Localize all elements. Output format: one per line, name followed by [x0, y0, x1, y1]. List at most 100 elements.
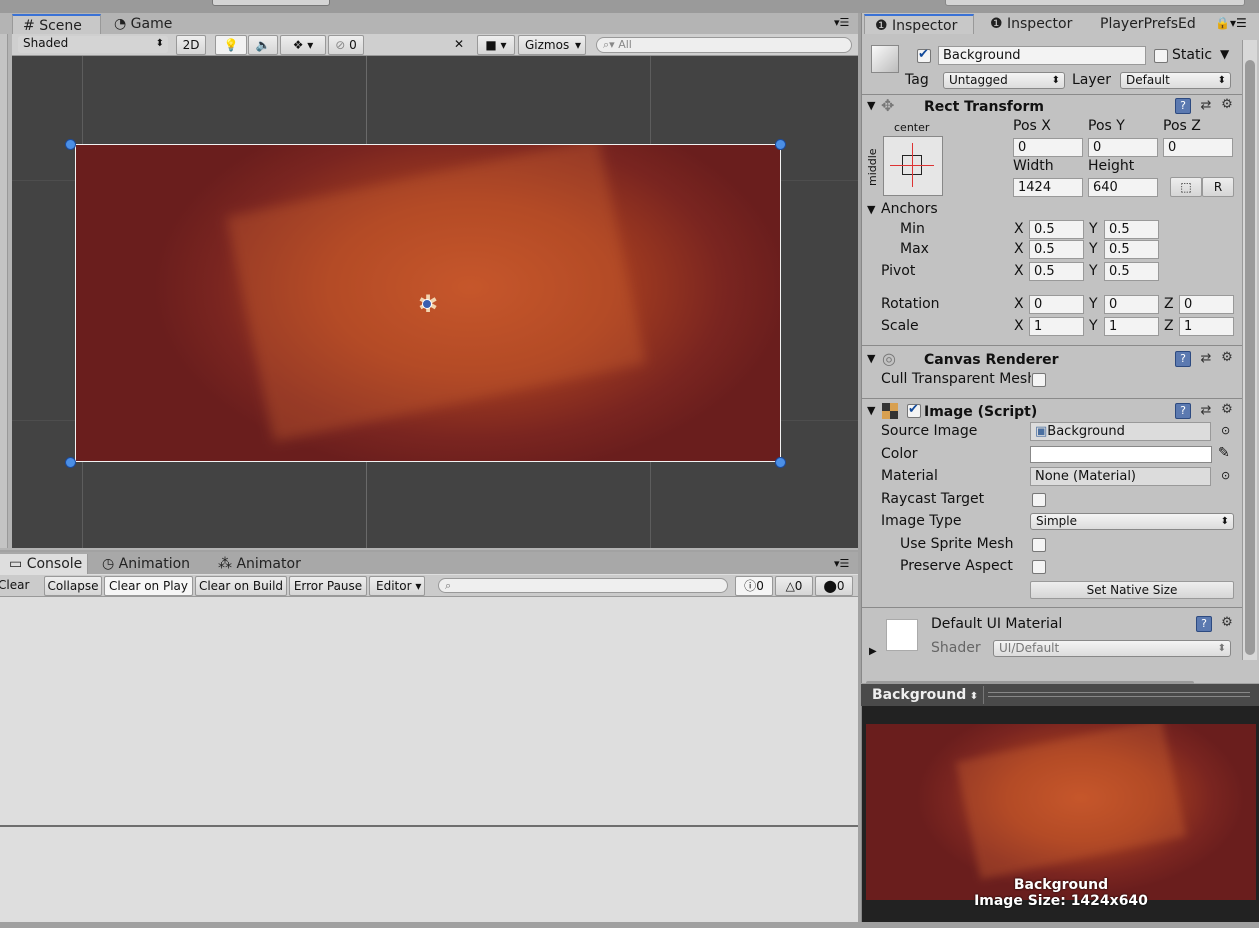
- help-icon[interactable]: ?: [1196, 616, 1212, 632]
- error-count-toggle[interactable]: ⬤0: [815, 576, 853, 596]
- error-pause-toggle[interactable]: Error Pause: [289, 576, 367, 596]
- console-clear-button[interactable]: Clear: [0, 576, 35, 596]
- warning-count-toggle[interactable]: △0: [775, 576, 813, 596]
- object-picker-icon[interactable]: ⊙: [1221, 469, 1230, 482]
- material-foldout[interactable]: ▶: [869, 646, 877, 657]
- console-search-input[interactable]: ⌕: [438, 578, 728, 593]
- object-picker-icon[interactable]: ⊙: [1221, 424, 1230, 437]
- console-log-list[interactable]: [0, 598, 858, 824]
- console-detail-area[interactable]: [0, 827, 858, 922]
- tab-scene[interactable]: # Scene: [12, 14, 101, 34]
- gizmos-dropdown[interactable]: Gizmos ▾: [518, 35, 586, 55]
- scale-y-field[interactable]: 1: [1104, 317, 1159, 336]
- static-checkbox[interactable]: [1154, 49, 1168, 63]
- pos-x-field[interactable]: 0: [1013, 138, 1083, 157]
- tab-playerprefs[interactable]: PlayerPrefsEd: [1090, 14, 1206, 34]
- presets-icon[interactable]: ⇄: [1198, 351, 1214, 367]
- effects-dropdown[interactable]: ❖ ▾: [280, 35, 326, 55]
- console-collapse-button[interactable]: Collapse: [44, 576, 102, 596]
- tab-inspector-2[interactable]: ❶ Inspector: [980, 14, 1082, 34]
- preview-dropdown[interactable]: Background ⬍: [866, 686, 984, 704]
- image-type-dropdown[interactable]: Simple: [1030, 513, 1234, 530]
- presets-icon[interactable]: ⇄: [1198, 98, 1214, 114]
- scale-x-field[interactable]: 1: [1029, 317, 1084, 336]
- camera-dropdown[interactable]: ■ ▾: [477, 35, 515, 55]
- material-field[interactable]: None (Material): [1030, 467, 1211, 486]
- console-menu-icon[interactable]: ▾☰: [834, 557, 849, 570]
- editor-dropdown[interactable]: Editor ▾: [369, 576, 425, 596]
- image-enabled-checkbox[interactable]: [907, 402, 921, 418]
- panel-menu-icon[interactable]: ▾☰: [834, 16, 849, 29]
- pos-y-field[interactable]: 0: [1088, 138, 1158, 157]
- rect-handle-bottom-left[interactable]: [65, 457, 76, 468]
- scale-z-field[interactable]: 1: [1179, 317, 1234, 336]
- help-icon[interactable]: ?: [1175, 98, 1191, 114]
- help-icon[interactable]: ?: [1175, 351, 1191, 367]
- 2d-toggle-button[interactable]: 2D: [176, 35, 206, 55]
- clear-on-play-toggle[interactable]: Clear on Play: [104, 576, 193, 596]
- rotation-x-field[interactable]: 0: [1029, 295, 1084, 314]
- tools-button[interactable]: ✕: [446, 35, 472, 55]
- tab-inspector[interactable]: ❶ Inspector: [864, 14, 974, 34]
- blueprint-mode-button[interactable]: ⬚: [1170, 177, 1202, 197]
- gear-icon[interactable]: ⚙: [1219, 615, 1235, 631]
- layer-dropdown[interactable]: Default: [1120, 72, 1231, 89]
- source-image-field[interactable]: ▣Background: [1030, 422, 1211, 441]
- anchors-foldout[interactable]: ▼: [867, 203, 875, 216]
- inspector-scrollbar-thumb[interactable]: [1245, 60, 1255, 655]
- lock-icon[interactable]: 🔒▾☰: [1215, 16, 1247, 30]
- presets-icon[interactable]: ⇄: [1198, 403, 1214, 419]
- gear-icon[interactable]: ⚙: [1219, 350, 1235, 366]
- tab-game[interactable]: ◔ Game: [104, 14, 182, 34]
- tab-animator[interactable]: ⁂ Animator: [208, 554, 311, 574]
- info-count-toggle[interactable]: ⓘ0: [735, 576, 773, 596]
- width-field[interactable]: 1424: [1013, 178, 1083, 197]
- scene-left-scrollbar[interactable]: [0, 34, 8, 548]
- scene-search-input[interactable]: ⌕▾ All: [596, 37, 852, 53]
- active-checkbox[interactable]: [917, 47, 931, 63]
- preview-drag-handle[interactable]: [988, 692, 1250, 697]
- tab-console[interactable]: ▭ Console: [0, 554, 88, 574]
- preserve-aspect-checkbox[interactable]: [1032, 560, 1046, 574]
- use-sprite-mesh-checkbox[interactable]: [1032, 538, 1046, 552]
- anchor-min-x-field[interactable]: 0.5: [1029, 220, 1084, 239]
- rotation-z-field[interactable]: 0: [1179, 295, 1234, 314]
- rect-handle-top-left[interactable]: [65, 139, 76, 150]
- cull-transparent-checkbox[interactable]: [1032, 373, 1046, 387]
- rect-transform-foldout[interactable]: ▼: [867, 99, 875, 112]
- gear-icon[interactable]: ⚙: [1219, 402, 1235, 418]
- color-swatch-field[interactable]: [1030, 446, 1212, 463]
- console-icon: ▭: [9, 556, 23, 572]
- static-dropdown-icon[interactable]: ▼: [1220, 47, 1229, 61]
- pivot-y-field[interactable]: 0.5: [1104, 262, 1159, 281]
- image-script-foldout[interactable]: ▼: [867, 404, 875, 417]
- rect-handle-top-right[interactable]: [775, 139, 786, 150]
- anchor-min-y-field[interactable]: 0.5: [1104, 220, 1159, 239]
- anchor-presets-button[interactable]: [883, 136, 943, 196]
- gear-icon[interactable]: ⚙: [1219, 97, 1235, 113]
- pos-z-field[interactable]: 0: [1163, 138, 1233, 157]
- shading-mode-dropdown[interactable]: Shaded: [18, 36, 168, 53]
- audio-toggle-button[interactable]: 🔈: [248, 35, 278, 55]
- inspector-scrollbar[interactable]: [1242, 40, 1257, 660]
- lighting-toggle-button[interactable]: 💡: [215, 35, 247, 55]
- canvas-renderer-foldout[interactable]: ▼: [867, 352, 875, 365]
- anchor-max-x-field[interactable]: 0.5: [1029, 240, 1084, 259]
- clear-on-build-toggle[interactable]: Clear on Build: [195, 576, 287, 596]
- set-native-size-button[interactable]: Set Native Size: [1030, 581, 1234, 599]
- rect-handle-bottom-right[interactable]: [775, 457, 786, 468]
- help-icon[interactable]: ?: [1175, 403, 1191, 419]
- toolbar-buttons-right[interactable]: [945, 0, 1245, 6]
- eyedropper-icon[interactable]: ✎: [1218, 445, 1230, 461]
- play-controls[interactable]: [212, 0, 330, 6]
- raycast-target-checkbox[interactable]: [1032, 493, 1046, 507]
- rotation-y-field[interactable]: 0: [1104, 295, 1159, 314]
- anchor-max-y-field[interactable]: 0.5: [1104, 240, 1159, 259]
- height-field[interactable]: 640: [1088, 178, 1158, 197]
- hidden-objects-toggle[interactable]: ⊘ 0: [328, 35, 364, 55]
- tag-dropdown[interactable]: Untagged: [943, 72, 1065, 89]
- object-name-field[interactable]: Background: [938, 46, 1146, 65]
- tab-animation[interactable]: ◷ Animation: [92, 554, 200, 574]
- pivot-x-field[interactable]: 0.5: [1029, 262, 1084, 281]
- raw-edit-button[interactable]: R: [1202, 177, 1234, 197]
